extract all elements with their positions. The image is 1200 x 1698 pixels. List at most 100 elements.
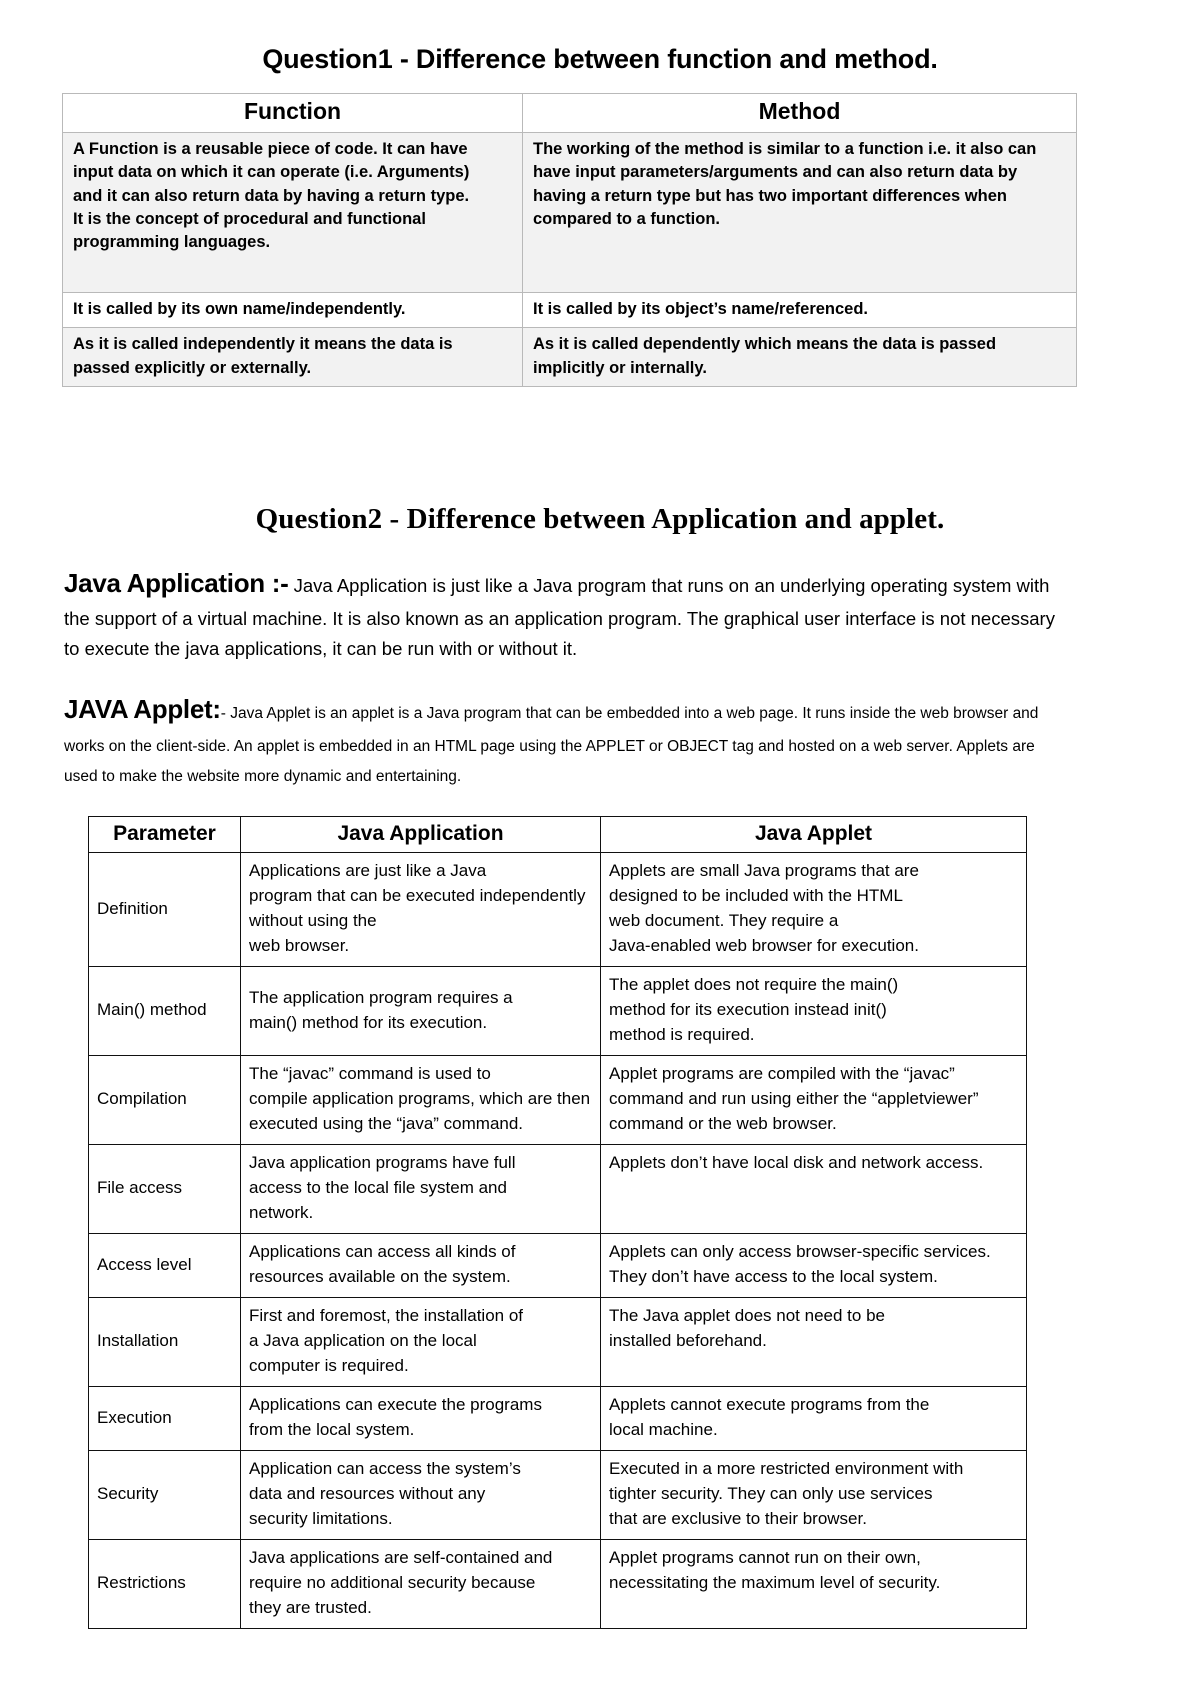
cell-application-access-level: Applications can access all kinds of res… [240,1233,601,1299]
cell-parameter-file-access: File access [88,1144,241,1235]
text-line: from the local system. [249,1420,415,1439]
cell-applet-definition: Applets are small Java programs that are… [600,852,1027,968]
text-line: The Java applet does not need to be [609,1306,885,1326]
cell-parameter-access-level: Access level [88,1233,241,1299]
text-line: data and resources without any [249,1483,486,1503]
cell-applet-access-level: Applets can only access browser-specific… [600,1233,1027,1299]
java-applet-lead: JAVA Applet: [64,694,221,725]
text-line: It is called by its object’s name/refere… [533,299,869,318]
text-line: network. [249,1203,314,1223]
text-line: Applications are just like a Java [249,861,487,881]
question1-title: Question1 - Difference between function … [262,44,938,74]
column-header-function: Function [62,93,523,133]
text-line: Applications can execute the programs [249,1395,542,1415]
cell-parameter-installation: Installation [88,1297,241,1388]
table-row: Access level Applications can access all… [88,1233,1027,1299]
table-row: Restrictions Java applications are self-… [88,1538,1027,1629]
text-line: It is called by its own name/independent… [73,299,406,318]
text-line: having a return type but has two importa… [533,186,1007,205]
column-header-parameter: Parameter [88,816,241,854]
cell-application-file-access: Java application programs have full acce… [240,1144,601,1235]
cell-applet-compilation: Applet programs are compiled with the “j… [600,1055,1027,1146]
text-line: designed to be included with the HTML [609,886,903,906]
text-line: Applet programs cannot run on their own, [609,1547,921,1567]
text-line: The applet does not require the main() [609,975,899,995]
text-line: command or the web browser. [609,1114,837,1134]
cell-parameter-execution: Execution [88,1386,241,1451]
text-line: Applets don’t have local disk and networ… [609,1153,984,1173]
text-line: program that can be executed independent… [249,886,586,906]
document-page: Question1 - Difference between function … [0,0,1200,1698]
cell-applet-security: Executed in a more restricted environmen… [600,1449,1027,1540]
text-line: The working of the method is similar to … [533,139,1037,158]
text-line: that are exclusive to their browser. [609,1508,867,1528]
application-applet-table-wrapper: Parameter Java Application Java Applet D… [88,816,1138,1629]
text-line: The application program requires a [249,987,513,1007]
text-line: without using the [249,911,377,931]
table-row: Execution Applications can execute the p… [88,1386,1027,1451]
text-line: method for its execution instead init() [609,1000,887,1020]
java-applet-paragraph: JAVA Applet:- Java Applet is an applet i… [64,688,1064,790]
cell-parameter-compilation: Compilation [88,1055,241,1146]
text-line: executed using the “java” command. [249,1114,524,1134]
text-line: and it can also return data by having a … [73,186,470,205]
text-line: web browser. [249,936,350,956]
text-line: web document. They require a [609,911,839,931]
text-line: They don’t have access to the local syst… [609,1267,938,1287]
text-line: access to the local file system and [249,1178,507,1198]
cell-parameter-security: Security [88,1449,241,1540]
cell-application-compilation: The “javac” command is used to compile a… [240,1055,601,1146]
table-row: A Function is a reusable piece of code. … [62,131,1077,293]
text-line: Applets can only access browser-specific… [609,1242,991,1262]
cell-application-security: Application can access the system’s data… [240,1449,601,1540]
text-line: a Java application on the local [249,1331,477,1351]
cell-application-execution: Applications can execute the programs fr… [240,1386,601,1451]
cell-function-calling: It is called by its own name/independent… [62,291,523,329]
column-header-java-application: Java Application [240,816,601,854]
table-row: As it is called independently it means t… [62,327,1077,388]
text-line: Applets are small Java programs that are [609,861,919,881]
cell-applet-installation: The Java applet does not need to be inst… [600,1297,1027,1388]
text-line: command and run using either the “applet… [609,1089,979,1109]
table-row-header: Parameter Java Application Java Applet [88,816,1027,854]
cell-method-data-passing: As it is called dependently which means … [522,327,1077,388]
text-line: method is required. [609,1025,755,1045]
cell-application-main-method: The application program requires a main(… [240,966,601,1057]
application-applet-table: Parameter Java Application Java Applet D… [88,816,1027,1629]
table-row: Definition Applications are just like a … [88,852,1027,968]
text-line: Executed in a more restricted environmen… [609,1458,964,1478]
text-line: passed explicitly or externally. [73,358,312,377]
cell-applet-file-access: Applets don’t have local disk and networ… [600,1144,1027,1235]
text-line: compared to a function. [533,210,721,229]
text-line: input data on which it can operate (i.e.… [73,163,470,182]
column-header-method: Method [522,93,1077,133]
text-line: implicitly or internally. [533,358,707,377]
text-line: local machine. [609,1420,718,1439]
text-line: Java applications are self-contained and [249,1547,553,1567]
text-line: Java application programs have full [249,1153,516,1173]
text-line: Application can access the system’s [249,1458,521,1478]
column-header-java-applet: Java Applet [600,816,1027,854]
cell-parameter-restrictions: Restrictions [88,1538,241,1629]
cell-method-definition: The working of the method is similar to … [522,131,1077,293]
text-line: First and foremost, the installation of [249,1306,524,1326]
text-line: As it is called independently it means t… [73,335,453,354]
text-line: resources available on the system. [249,1267,511,1287]
text-line: Applet programs are compiled with the “j… [609,1064,955,1084]
text-line: installed beforehand. [609,1331,767,1351]
text-line: security limitations. [249,1508,393,1528]
text-line: main() method for its execution. [249,1012,488,1032]
text-line: have input parameters/arguments and can … [533,163,1018,182]
cell-parameter-main-method: Main() method [88,966,241,1057]
cell-applet-main-method: The applet does not require the main() m… [600,966,1027,1057]
table-row: Installation First and foremost, the ins… [88,1297,1027,1388]
cell-applet-execution: Applets cannot execute programs from the… [600,1386,1027,1451]
cell-application-installation: First and foremost, the installation of … [240,1297,601,1388]
table-row: Security Application can access the syst… [88,1449,1027,1540]
cell-method-calling: It is called by its object’s name/refere… [522,291,1077,329]
cell-application-definition: Applications are just like a Java progra… [240,852,601,968]
function-method-table: Function Method A Function is a reusable… [62,93,1077,388]
cell-function-data-passing: As it is called independently it means t… [62,327,523,388]
cell-function-definition: A Function is a reusable piece of code. … [62,131,523,293]
java-application-paragraph: Java Application :- Java Application is … [64,562,1064,664]
